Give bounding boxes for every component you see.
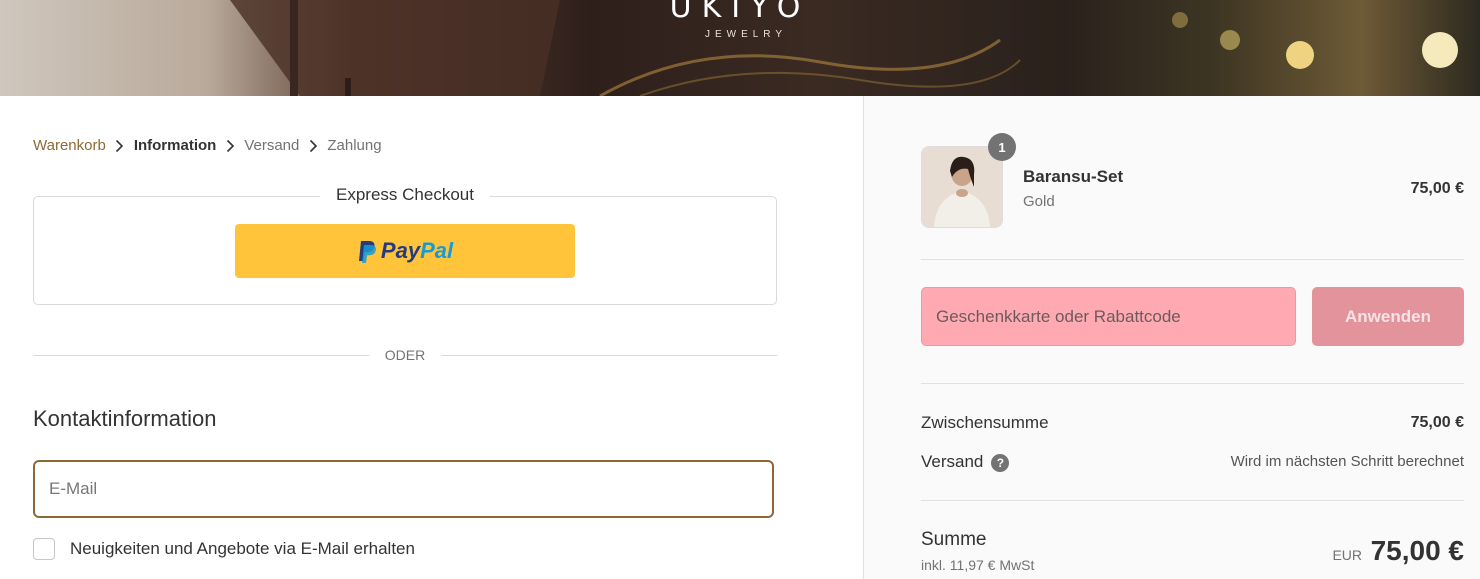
- chevron-right-icon: [299, 139, 327, 153]
- chevron-right-icon: [216, 139, 244, 153]
- divider: [921, 383, 1464, 384]
- paypal-icon: [358, 241, 376, 263]
- divider: [921, 259, 1464, 260]
- product-thumbnail: [921, 146, 1003, 228]
- newsletter-label[interactable]: Neuigkeiten und Angebote via E-Mail erha…: [70, 539, 415, 559]
- checkout-form-column: Warenkorb Information Versand Zahlung Ex…: [0, 96, 863, 579]
- chevron-right-icon: [106, 139, 134, 153]
- breadcrumb-shipping: Versand: [244, 137, 300, 154]
- hero-banner: UKIYO JEWELRY: [0, 0, 1480, 96]
- quantity-badge: 1: [988, 133, 1016, 161]
- shipping-row: Versand?: [921, 452, 1010, 472]
- shipping-value: Wird im nächsten Schritt berechnet: [1230, 453, 1464, 470]
- or-divider: ODER: [33, 346, 777, 366]
- help-icon[interactable]: ?: [991, 453, 1010, 472]
- newsletter-checkbox[interactable]: [33, 538, 55, 560]
- order-summary: 1 Baransu-Set Gold 75,00 € Anwenden Zwis…: [863, 96, 1480, 579]
- tax-note: inkl. 11,97 € MwSt: [921, 557, 1035, 573]
- breadcrumb-payment: Zahlung: [327, 137, 382, 154]
- brand-logo[interactable]: UKIYO: [0, 0, 1480, 25]
- subtotal-value: 75,00 €: [1410, 414, 1464, 431]
- breadcrumb: Warenkorb Information Versand Zahlung: [33, 137, 382, 154]
- newsletter-opt-in[interactable]: Neuigkeiten und Angebote via E-Mail erha…: [33, 538, 415, 560]
- shipping-label: Versand: [921, 452, 984, 471]
- total-value: 75,00 €: [1370, 535, 1464, 566]
- express-checkout-title: Express Checkout: [320, 185, 490, 204]
- total-label: Summe: [921, 529, 987, 550]
- apply-discount-button[interactable]: Anwenden: [1312, 287, 1464, 346]
- discount-code-input[interactable]: [921, 287, 1296, 346]
- divider: [921, 500, 1464, 501]
- paypal-logo-text: PayPal: [380, 238, 454, 263]
- product-name: Baransu-Set: [1023, 167, 1124, 186]
- product-price: 75,00 €: [1410, 180, 1464, 197]
- product-variant: Gold: [1023, 193, 1055, 210]
- breadcrumb-cart[interactable]: Warenkorb: [33, 137, 106, 154]
- express-checkout-box: Express Checkout PayPal: [33, 185, 777, 305]
- contact-section-title: Kontaktinformation: [33, 406, 217, 431]
- currency-code: EUR: [1332, 547, 1362, 563]
- paypal-button[interactable]: PayPal: [235, 224, 575, 278]
- breadcrumb-information: Information: [133, 137, 217, 154]
- subtotal-label: Zwischensumme: [921, 413, 1049, 432]
- brand-tagline: JEWELRY: [704, 29, 788, 40]
- or-divider-label: ODER: [384, 347, 426, 363]
- email-field[interactable]: [33, 460, 774, 518]
